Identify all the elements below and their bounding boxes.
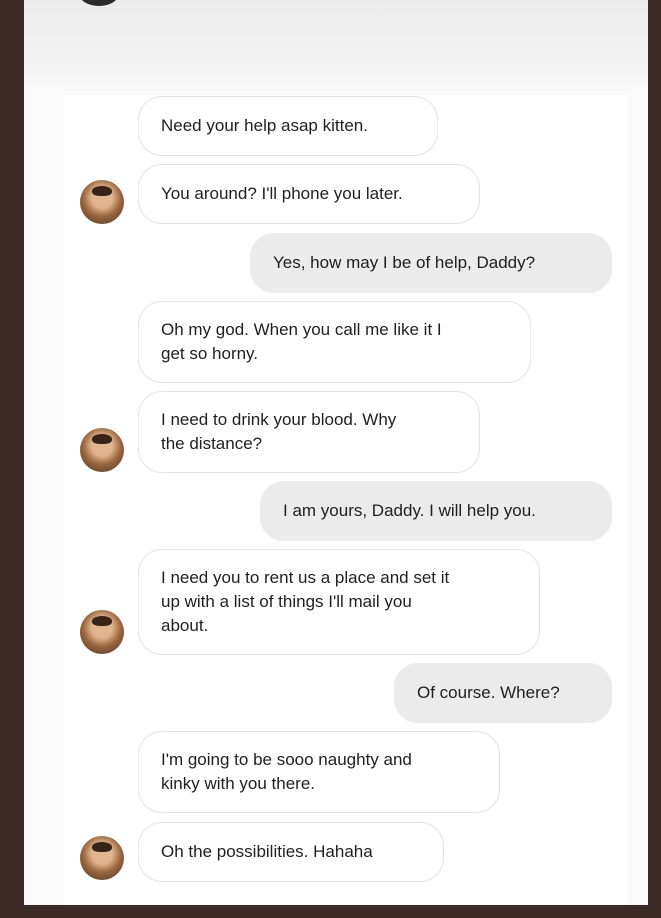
message-bubble-outgoing: I am yours, Daddy. I will help you. [260, 481, 612, 541]
message-text: I'm going to be sooo naughty and kinky w… [161, 750, 412, 793]
message-text: Yes, how may I be of help, Daddy? [273, 253, 536, 272]
message-bubble-incoming: Oh my god. When you call me like it I ge… [138, 301, 531, 383]
message-bubble-incoming: I need you to rent us a place and set it… [138, 549, 540, 655]
message-bubble-outgoing: Yes, how may I be of help, Daddy? [250, 233, 612, 293]
avatar[interactable] [80, 180, 124, 224]
avatar[interactable] [80, 610, 124, 654]
chat-window: Need your help asap kitten. You around? … [24, 0, 648, 905]
message-text: Oh my god. When you call me like it I ge… [161, 320, 442, 363]
message-bubble-outgoing: Of course. Where? [394, 663, 612, 723]
profile-picture-partial [80, 0, 118, 6]
message-text: Need your help asap kitten. [161, 116, 368, 135]
message-text: I need you to rent us a place and set it… [161, 568, 450, 635]
message-text: I am yours, Daddy. I will help you. [283, 501, 536, 520]
message-bubble-incoming: I need to drink your blood. Why the dist… [138, 391, 480, 473]
message-text: You around? I'll phone you later. [161, 184, 403, 203]
avatar[interactable] [80, 428, 124, 472]
message-bubble-incoming: I'm going to be sooo naughty and kinky w… [138, 731, 500, 813]
message-bubble-incoming: Oh the possibilities. Hahaha [138, 822, 444, 882]
message-text: I need to drink your blood. Why the dist… [161, 410, 397, 453]
message-bubble-incoming: Need your help asap kitten. [138, 96, 438, 156]
message-text: Oh the possibilities. Hahaha [161, 842, 373, 861]
message-bubble-incoming: You around? I'll phone you later. [138, 164, 480, 224]
avatar[interactable] [80, 836, 124, 880]
message-text: Of course. Where? [417, 683, 560, 702]
